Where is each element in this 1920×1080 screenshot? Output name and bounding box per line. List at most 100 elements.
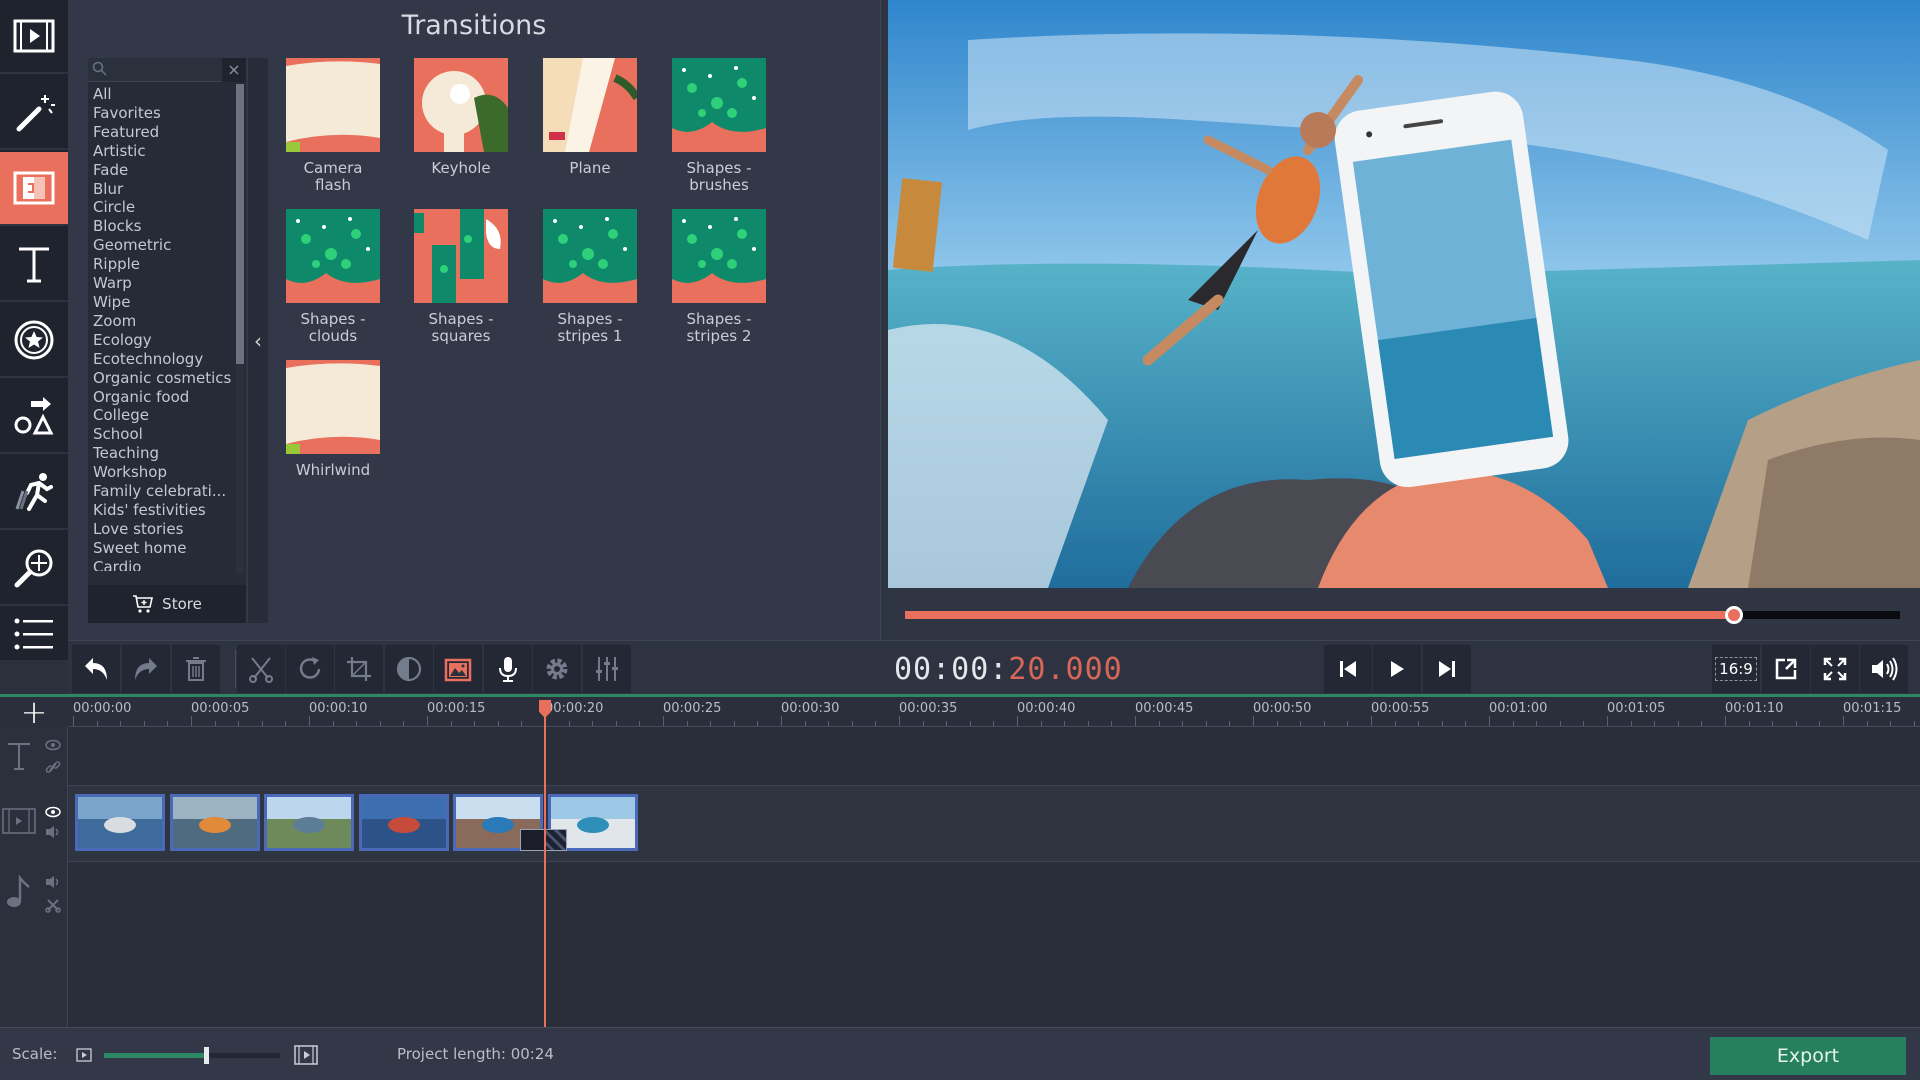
transition-item[interactable]: Plane [542,58,638,177]
category-item[interactable]: Sweet home [93,539,233,558]
collapse-panel-button[interactable]: ‹ [248,58,268,623]
color-adjust-button[interactable] [385,645,433,693]
playhead-line[interactable] [544,710,546,1027]
speaker-icon[interactable] [45,825,61,839]
store-button[interactable]: Store [88,585,246,623]
delete-button[interactable] [172,645,220,693]
progress-handle[interactable] [1724,606,1743,624]
transition-label: Shapes - brushes [686,159,752,194]
add-track-button[interactable]: + [0,693,68,731]
scale-slider-handle[interactable] [204,1047,210,1064]
tick-mark [1418,721,1420,726]
scale-max-icon[interactable] [294,1045,318,1065]
category-item[interactable]: Ripple [93,255,233,274]
speaker-icon[interactable] [45,875,61,889]
rotate-button[interactable] [286,645,334,693]
redo-icon [135,658,157,680]
category-item[interactable]: Circle [93,198,233,217]
category-item[interactable]: Warp [93,274,233,293]
tick-mark [1205,721,1207,726]
transition-item[interactable]: Shapes - squares [413,209,509,345]
clip-village[interactable] [358,794,449,851]
sidebar-item-transitions[interactable] [0,152,68,226]
sidebar-item-more[interactable] [0,608,68,660]
detach-player-button[interactable] [1762,645,1810,693]
transition-item[interactable]: Shapes - brushes [671,58,767,194]
panel-title: Transitions [401,10,547,41]
category-item[interactable]: Wipe [93,293,233,312]
scrollbar-thumb[interactable] [236,84,244,364]
category-item[interactable]: Blocks [93,217,233,236]
category-item[interactable]: Zoom [93,312,233,331]
category-item[interactable]: Workshop [93,463,233,482]
category-item[interactable]: Fade [93,161,233,180]
transition-item[interactable]: Shapes - clouds [285,209,381,345]
aspect-ratio-button[interactable]: 16:9 [1712,645,1760,693]
microphone-icon [499,657,517,682]
redo-button[interactable] [122,645,170,693]
transition-item[interactable]: Keyhole [413,58,509,177]
category-item[interactable]: Blur [93,180,233,199]
clear-search-button[interactable]: × [222,58,246,82]
category-item[interactable]: Cardio [93,558,233,571]
scale-slider-fill [104,1053,207,1058]
transition-item[interactable]: Camera flash [285,58,381,194]
eye-icon[interactable] [45,806,61,818]
sidebar-item-callouts[interactable] [0,380,68,454]
clip-hikers[interactable] [264,794,354,851]
tick-mark [450,721,452,726]
timeline-ruler[interactable]: 00:00:00 00:00:05 00:00:10 00:00:15 00:00:20… [68,697,1920,727]
play-icon [1391,661,1404,677]
transition-item[interactable]: Shapes - stripes 1 [542,209,638,345]
fullscreen-button[interactable] [1811,645,1859,693]
sidebar-item-import[interactable] [0,0,68,74]
tick-mark [1630,721,1632,726]
next-button[interactable] [1423,645,1471,693]
play-button[interactable] [1373,645,1421,693]
category-item[interactable]: Teaching [93,444,233,463]
crop-button[interactable] [335,645,383,693]
category-item[interactable]: All [93,85,233,104]
category-item[interactable]: School [93,425,233,444]
undo-button[interactable] [72,645,120,693]
transition-item[interactable]: Whirlwind [285,360,381,479]
sidebar-item-titles[interactable] [0,228,68,302]
transition-item[interactable]: Shapes - stripes 2 [671,209,767,345]
unlink-icon[interactable] [45,897,61,913]
category-item[interactable]: Family celebrati... [93,482,233,501]
sidebar-item-zoom-pan[interactable] [0,532,68,606]
category-item[interactable]: Geometric [93,236,233,255]
equalizer-button[interactable] [583,645,631,693]
category-item[interactable]: Featured [93,123,233,142]
scale-min-icon[interactable] [76,1048,92,1062]
sidebar-item-motion[interactable] [0,456,68,530]
category-item[interactable]: Kids' festivities [93,501,233,520]
settings-button[interactable] [533,645,581,693]
previous-button[interactable] [1324,645,1372,693]
category-item[interactable]: Favorites [93,104,233,123]
scale-slider[interactable] [104,1047,280,1064]
clip-paraglider[interactable] [169,794,260,851]
category-item[interactable]: Ecotechnology [93,350,233,369]
transition-thumbnail [672,209,766,303]
export-button[interactable]: Export [1710,1037,1906,1075]
cut-button[interactable] [237,645,285,693]
sidebar-item-stickers[interactable] [0,304,68,378]
link-icon[interactable] [45,759,61,775]
record-audio-button[interactable] [484,645,532,693]
category-item[interactable]: Organic cosmetics [93,369,233,388]
tick-label: 00:01:00 [1489,701,1548,716]
eye-icon[interactable] [45,739,61,751]
media-button[interactable] [434,645,482,693]
playback-progress-bar[interactable] [905,606,1900,624]
category-item[interactable]: College [93,406,233,425]
volume-button[interactable] [1860,645,1908,693]
category-item[interactable]: Ecology [93,331,233,350]
clip-harbor[interactable] [75,794,165,851]
category-item[interactable]: Love stories [93,520,233,539]
video-preview[interactable] [888,0,1920,588]
category-item[interactable]: Organic food [93,388,233,407]
category-scrollbar[interactable] [236,84,244,574]
category-item[interactable]: Artistic [93,142,233,161]
sidebar-item-filters[interactable] [0,76,68,150]
